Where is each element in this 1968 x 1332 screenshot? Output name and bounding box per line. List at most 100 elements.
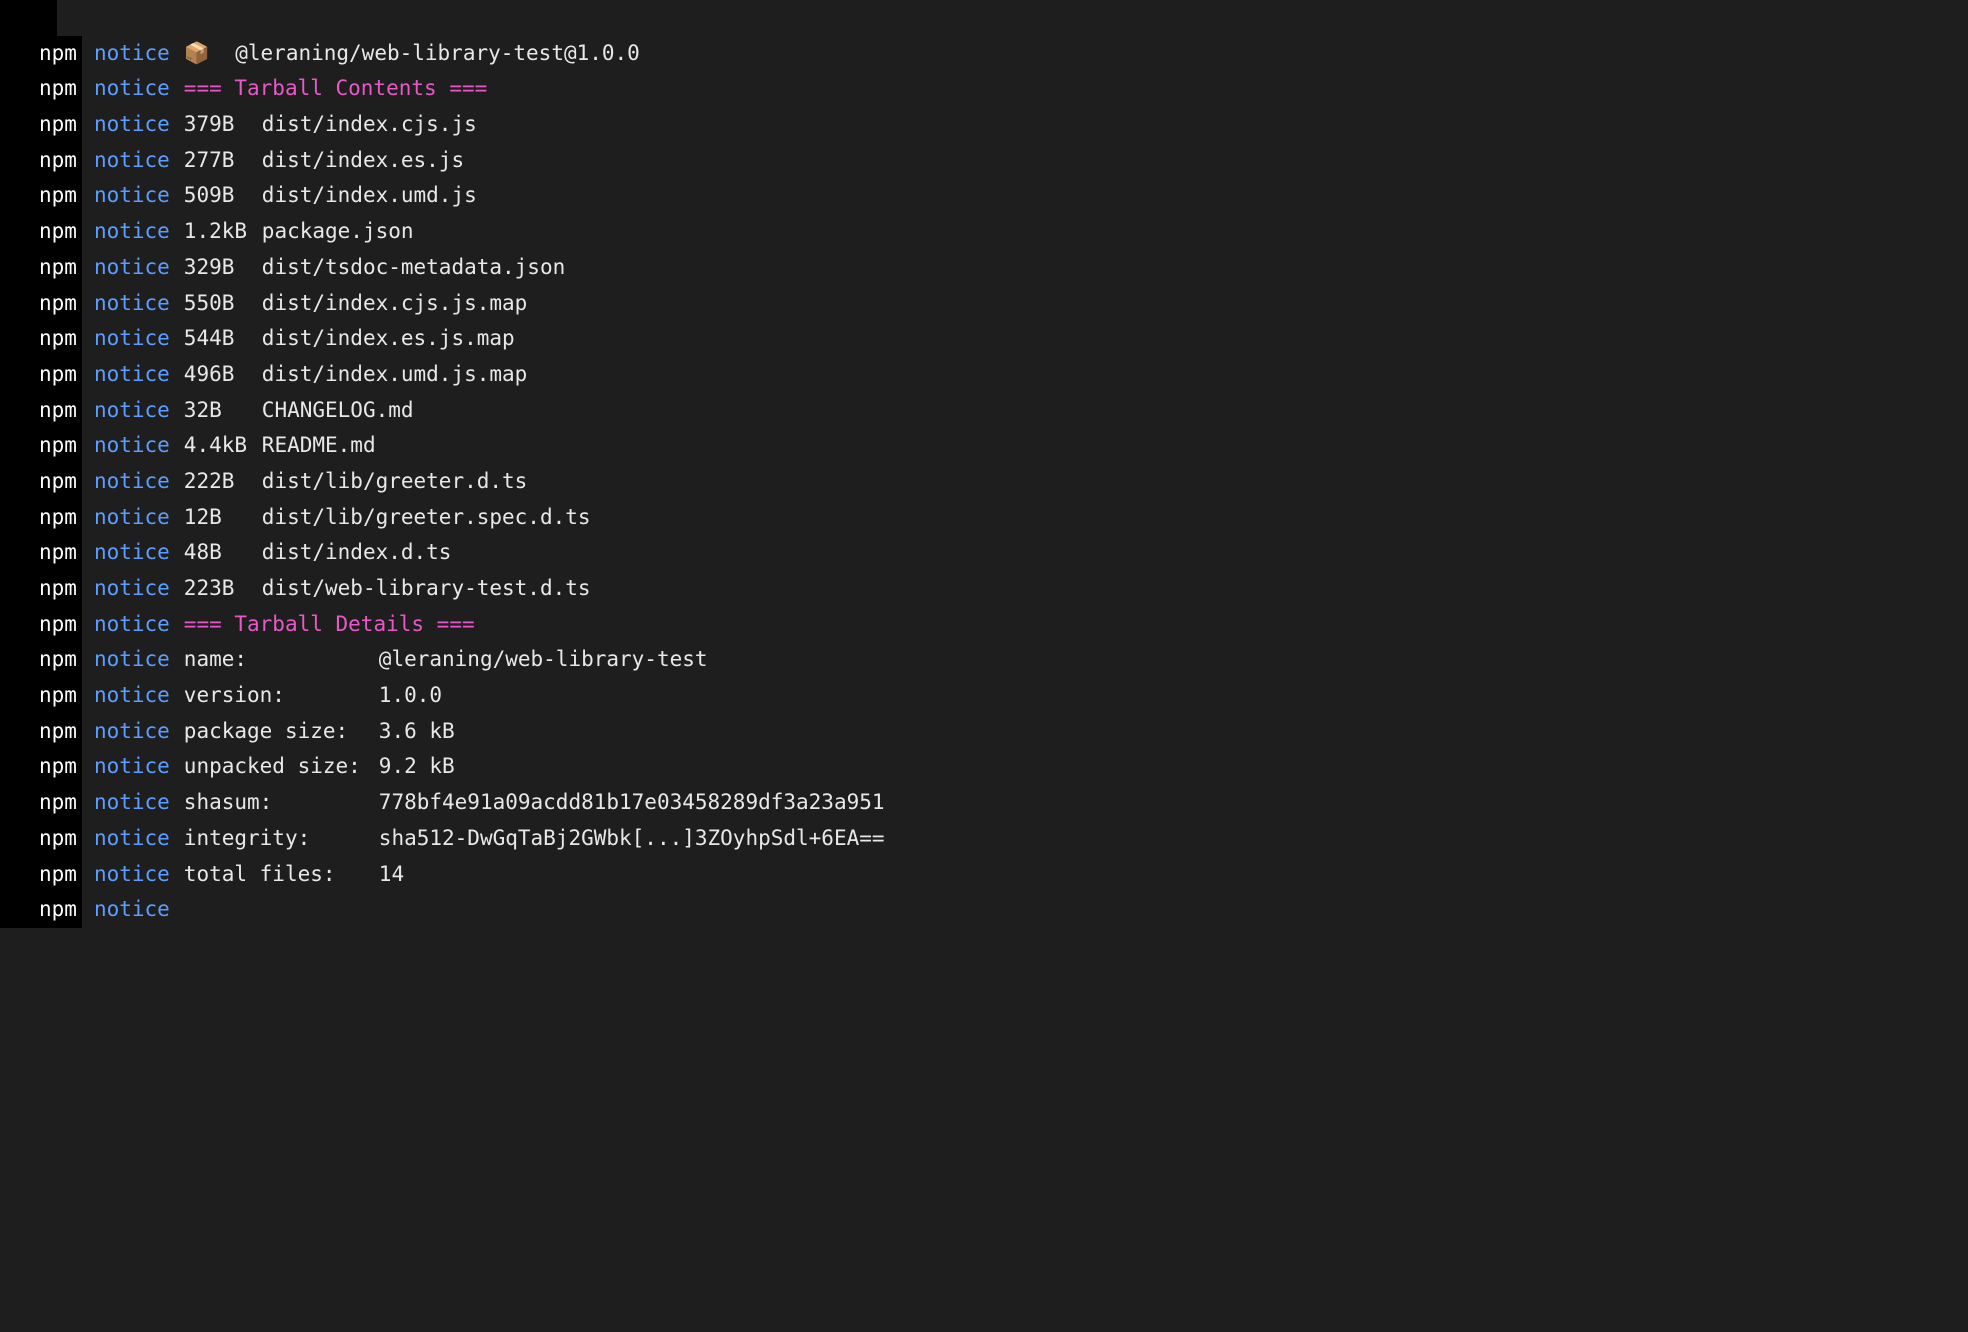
terminal-line: npmnotice277Bdist/index.es.js (0, 143, 1968, 179)
file-size: 1.2kB (184, 214, 262, 250)
file-entry: 32BCHANGELOG.md (184, 393, 414, 429)
npm-prefix: npm (34, 571, 82, 607)
detail-label: total files: (184, 857, 379, 893)
gutter (0, 749, 34, 785)
terminal-line: npmnoticeversion:1.0.0 (0, 678, 1968, 714)
npm-prefix: npm (34, 464, 82, 500)
file-size: 544B (184, 321, 262, 357)
terminal-line: npmnotice496Bdist/index.umd.js.map (0, 357, 1968, 393)
detail-label: integrity: (184, 821, 379, 857)
file-path: dist/web-library-test.d.ts (262, 576, 591, 600)
npm-prefix: npm (34, 107, 82, 143)
file-entry: 509Bdist/index.umd.js (184, 178, 477, 214)
gutter (0, 857, 34, 893)
detail-value: 14 (379, 862, 404, 886)
npm-prefix: npm (34, 286, 82, 322)
file-entry: 223Bdist/web-library-test.d.ts (184, 571, 591, 607)
notice-label: notice (94, 678, 170, 714)
file-size: 223B (184, 571, 262, 607)
file-list: npmnotice379Bdist/index.cjs.jsnpmnotice2… (0, 107, 1968, 607)
gutter (0, 36, 34, 72)
notice-label: notice (94, 749, 170, 785)
terminal-line: npmnoticeshasum:778bf4e91a09acdd81b17e03… (0, 785, 1968, 821)
terminal-line: npmnotice544Bdist/index.es.js.map (0, 321, 1968, 357)
gutter (0, 571, 34, 607)
notice-label: notice (94, 714, 170, 750)
terminal-line: npm notice === Tarball Contents === (0, 71, 1968, 107)
detail-entry: shasum:778bf4e91a09acdd81b17e03458289df3… (184, 785, 885, 821)
detail-label: package size: (184, 714, 379, 750)
terminal-line: npmnotice509Bdist/index.umd.js (0, 178, 1968, 214)
detail-value: sha512-DwGqTaBj2GWbk[...]3ZOyhpSdl+6EA== (379, 826, 885, 850)
file-path: dist/index.cjs.js.map (262, 291, 528, 315)
notice-label: notice (94, 107, 170, 143)
package-name: @leraning/web-library-test@1.0.0 (235, 41, 640, 65)
npm-prefix: npm (34, 749, 82, 785)
gutter (0, 535, 34, 571)
file-size: 32B (184, 393, 262, 429)
npm-prefix: npm (34, 607, 82, 643)
detail-entry: total files:14 (184, 857, 404, 893)
detail-value: @leraning/web-library-test (379, 647, 708, 671)
file-entry: 4.4kBREADME.md (184, 428, 376, 464)
notice-label: notice (94, 357, 170, 393)
file-path: package.json (262, 219, 414, 243)
file-entry: 12Bdist/lib/greeter.spec.d.ts (184, 500, 591, 536)
npm-prefix: npm (34, 892, 82, 928)
detail-value: 778bf4e91a09acdd81b17e03458289df3a23a951 (379, 790, 885, 814)
file-path: CHANGELOG.md (262, 398, 414, 422)
gutter (0, 785, 34, 821)
notice-label: notice (94, 36, 170, 72)
file-size: 379B (184, 107, 262, 143)
file-path: dist/index.umd.js (262, 183, 477, 207)
npm-prefix (34, 0, 57, 36)
detail-value: 3.6 kB (379, 719, 455, 743)
notice-label: notice (94, 286, 170, 322)
npm-prefix: npm (34, 857, 82, 893)
file-size: 222B (184, 464, 262, 500)
file-path: dist/index.umd.js.map (262, 362, 528, 386)
file-size: 496B (184, 357, 262, 393)
gutter (0, 178, 34, 214)
gutter (0, 357, 34, 393)
section-header-details: === Tarball Details === (184, 607, 475, 643)
detail-label: shasum: (184, 785, 379, 821)
file-path: dist/tsdoc-metadata.json (262, 255, 565, 279)
gutter (0, 143, 34, 179)
gutter (0, 214, 34, 250)
package-icon: 📦 (184, 41, 210, 65)
file-entry: 379Bdist/index.cjs.js (184, 107, 477, 143)
notice-label: notice (94, 821, 170, 857)
gutter (0, 500, 34, 536)
terminal-line: npmnotice12Bdist/lib/greeter.spec.d.ts (0, 500, 1968, 536)
notice-label: notice (94, 571, 170, 607)
detail-entry: version:1.0.0 (184, 678, 442, 714)
section-header-contents: === Tarball Contents === (184, 71, 487, 107)
npm-prefix: npm (34, 535, 82, 571)
terminal-line: npmnotice1.2kBpackage.json (0, 214, 1968, 250)
gutter (0, 0, 34, 36)
npm-prefix: npm (34, 393, 82, 429)
gutter (0, 393, 34, 429)
npm-prefix: npm (34, 714, 82, 750)
gutter (0, 714, 34, 750)
notice-label: notice (94, 785, 170, 821)
detail-value: 9.2 kB (379, 754, 455, 778)
npm-prefix: npm (34, 143, 82, 179)
file-entry: 496Bdist/index.umd.js.map (184, 357, 528, 393)
notice-label: notice (94, 642, 170, 678)
detail-value: 1.0.0 (379, 683, 442, 707)
detail-entry: name:@leraning/web-library-test (184, 642, 708, 678)
detail-entry: integrity:sha512-DwGqTaBj2GWbk[...]3ZOyh… (184, 821, 885, 857)
terminal-line: npmnoticename:@leraning/web-library-test (0, 642, 1968, 678)
notice-label: notice (94, 500, 170, 536)
file-entry: 544Bdist/index.es.js.map (184, 321, 515, 357)
terminal-line: npmnotice222Bdist/lib/greeter.d.ts (0, 464, 1968, 500)
terminal-line: npmnoticetotal files:14 (0, 857, 1968, 893)
terminal-output: npm notice 📦 @leraning/web-library-test@… (0, 0, 1968, 928)
terminal-line: npmnotice48Bdist/index.d.ts (0, 535, 1968, 571)
file-entry: 48Bdist/index.d.ts (184, 535, 452, 571)
npm-prefix: npm (34, 214, 82, 250)
file-path: dist/lib/greeter.spec.d.ts (262, 505, 591, 529)
gutter (0, 107, 34, 143)
